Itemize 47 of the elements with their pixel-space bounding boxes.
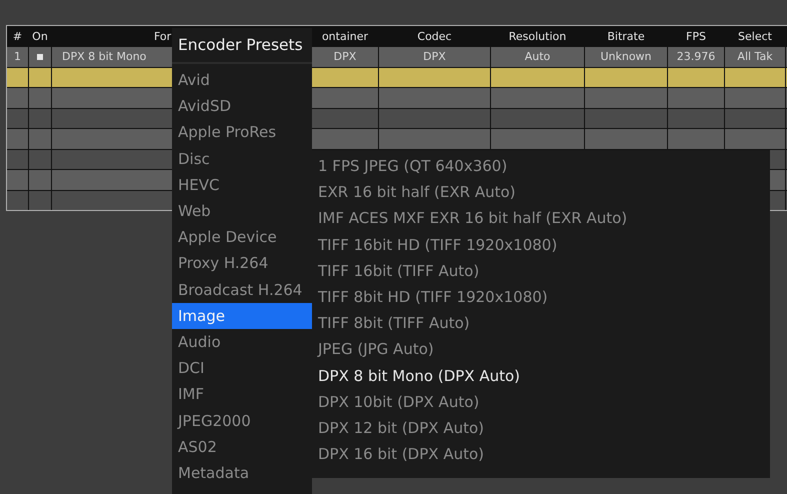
menu-item[interactable]: HEVC bbox=[172, 172, 312, 198]
checkbox[interactable] bbox=[37, 54, 43, 60]
menu-item[interactable]: IMF bbox=[172, 381, 312, 408]
menu-item[interactable]: Apple Device bbox=[172, 224, 312, 250]
menu-item[interactable]: AvidSD bbox=[172, 93, 312, 120]
menu-item[interactable]: Apple ProRes bbox=[172, 119, 312, 146]
column-header[interactable]: For bbox=[154, 30, 172, 42]
column-header[interactable]: On bbox=[32, 30, 48, 42]
table-cell: Auto bbox=[524, 50, 550, 64]
menu-item[interactable]: TIFF 16bit HD (TIFF 1920x1080) bbox=[312, 232, 770, 258]
menu-item[interactable]: Disc bbox=[172, 146, 312, 172]
column-header[interactable]: # bbox=[12, 30, 22, 42]
column-header[interactable]: Codec bbox=[417, 30, 452, 42]
menu-item[interactable]: IMF ACES MXF EXR 16 bit half (EXR Auto) bbox=[312, 205, 770, 232]
menu-item[interactable]: TIFF 16bit (TIFF Auto) bbox=[312, 258, 770, 284]
menu-item[interactable]: Metadata bbox=[172, 460, 312, 486]
menu-item[interactable]: Broadcast H.264 bbox=[172, 276, 312, 303]
menu-item[interactable]: Proxy H.264 bbox=[172, 250, 312, 276]
column-header[interactable]: Resolution bbox=[508, 30, 566, 42]
menu-item[interactable]: DPX 12 bit (DPX Auto) bbox=[312, 414, 770, 442]
column-header[interactable]: ontainer bbox=[322, 30, 368, 42]
menu-title: Encoder Presets bbox=[172, 28, 312, 64]
table-cell: 1 bbox=[14, 50, 21, 64]
menu-item[interactable]: DPX 10bit (DPX Auto) bbox=[312, 388, 770, 415]
menu-item[interactable]: AS02 bbox=[172, 434, 312, 460]
table-cell: DPX bbox=[334, 50, 356, 64]
menu-item[interactable]: DPX 8 bit Mono (DPX Auto) bbox=[312, 362, 770, 389]
table-cell: DPX bbox=[423, 50, 446, 64]
table-cell: Unknown bbox=[600, 50, 652, 64]
column-header[interactable]: FPS bbox=[686, 30, 706, 42]
column-header[interactable]: Select bbox=[738, 30, 772, 42]
menu-item[interactable]: TIFF 8bit HD (TIFF 1920x1080) bbox=[312, 284, 770, 310]
menu-item[interactable]: EXR 16 bit half (EXR Auto) bbox=[312, 179, 770, 206]
menu-item[interactable]: JPEG2000 bbox=[172, 407, 312, 434]
menu-item[interactable]: TIFF 8bit (TIFF Auto) bbox=[312, 310, 770, 336]
column-header[interactable]: Bitrate bbox=[607, 30, 645, 42]
menu-item[interactable]: Image bbox=[172, 302, 312, 329]
table-cell: DPX 8 bit Mono bbox=[62, 50, 146, 64]
menu-item[interactable]: Audio bbox=[172, 328, 312, 356]
menu-item[interactable]: Avid bbox=[172, 67, 312, 94]
table-cell: 23.976 bbox=[676, 50, 716, 64]
menu-item[interactable]: DPX 16 bit (DPX Auto) bbox=[312, 441, 770, 468]
menu-item[interactable]: Web bbox=[172, 198, 312, 224]
menu-item[interactable]: DCI bbox=[172, 355, 312, 382]
menu-item[interactable]: 1 FPS JPEG (QT 640x360) bbox=[312, 153, 770, 180]
table-cell: All Tak bbox=[737, 50, 773, 64]
menu-item[interactable]: JPEG (JPG Auto) bbox=[312, 336, 770, 362]
